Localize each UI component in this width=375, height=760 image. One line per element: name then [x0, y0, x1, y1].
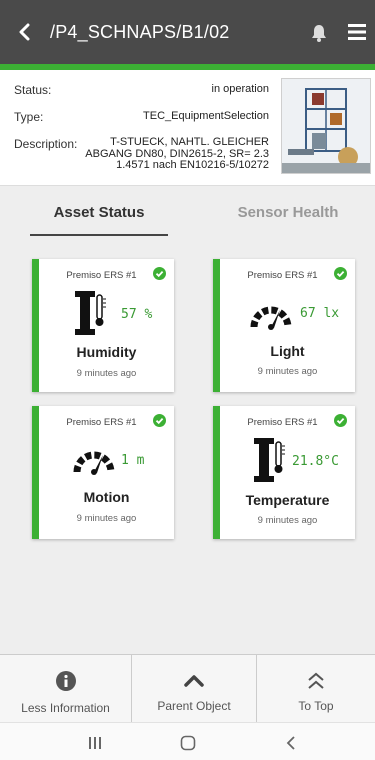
info-circle-icon [55, 671, 76, 691]
back-icon [286, 736, 295, 750]
recents-icon [89, 737, 101, 749]
check-circle-icon [153, 414, 166, 427]
asset-info-panel: Status: in operation Type: TEC_Equipment… [0, 70, 375, 186]
chevron-up-icon [184, 675, 204, 687]
card-value: 21.8°C [292, 454, 339, 469]
sensor-card-light[interactable]: Premiso ERS #1 67 lx Light 9 minutes ago [213, 259, 355, 392]
description-value: T-STUECK, NAHTL. GLEICHER ABGANG DN80, D… [85, 136, 269, 172]
notifications-button[interactable] [308, 22, 330, 44]
menu-button[interactable] [348, 24, 368, 42]
card-value: 1 m [121, 453, 145, 468]
less-information-button[interactable]: Less Information [0, 655, 131, 723]
parent-object-button[interactable]: Parent Object [132, 655, 256, 723]
card-metric-name: Humidity [76, 344, 137, 360]
status-value: in operation [211, 83, 270, 95]
page-title: /P4_SCHNAPS/B1/02 [50, 22, 230, 42]
to-top-button[interactable]: To Top [257, 655, 375, 723]
double-chevron-up-icon [308, 672, 324, 689]
card-value: 57 % [121, 307, 153, 322]
card-timestamp: 9 minutes ago [76, 368, 137, 379]
less-information-label: Less Information [21, 701, 110, 715]
card-timestamp: 9 minutes ago [76, 513, 137, 524]
description-label: Description: [14, 137, 78, 151]
sensor-card-motion[interactable]: Premiso ERS #1 1 m Motion 9 minutes ago [32, 406, 174, 539]
card-value: 67 lx [300, 306, 340, 321]
back-button[interactable] [10, 18, 38, 46]
app-header: /P4_SCHNAPS/B1/02 [0, 0, 375, 64]
description-line: T-STUECK, NAHTL. GLEICHER [110, 136, 269, 148]
hamburger-menu-icon [348, 24, 366, 40]
type-label: Type: [14, 110, 44, 124]
check-circle-icon [334, 414, 347, 427]
recents-button[interactable] [80, 733, 110, 753]
sensor-card-humidity[interactable]: Premiso ERS #1 57 % Humidity 9 minutes a… [32, 259, 174, 392]
type-value: TEC_EquipmentSelection [143, 110, 269, 122]
sensor-card-temperature[interactable]: Premiso ERS #1 21.8°C Temperature 9 minu… [213, 406, 355, 539]
to-top-label: To Top [298, 699, 334, 713]
tab-sensor-health[interactable]: Sensor Health [218, 204, 358, 221]
card-timestamp: 9 minutes ago [257, 366, 318, 377]
active-tab-indicator [30, 234, 168, 236]
bottom-action-bar: Less Information Parent Object To Top [0, 654, 375, 723]
android-navigation-bar [0, 722, 375, 760]
description-line: 1.4571 nach EN10216-5/10272 [116, 159, 269, 171]
status-label: Status: [14, 83, 52, 97]
gauge-icon [250, 306, 292, 330]
card-timestamp: 9 minutes ago [257, 515, 318, 526]
card-metric-name: Light [270, 343, 305, 359]
thermometer-icon [75, 291, 106, 335]
home-button[interactable] [173, 733, 203, 753]
gauge-icon [73, 451, 115, 475]
bell-icon [312, 25, 326, 42]
tab-asset-status[interactable]: Asset Status [30, 204, 168, 221]
check-circle-icon [153, 267, 166, 280]
card-metric-name: Motion [83, 489, 130, 505]
asset-image[interactable] [281, 78, 371, 174]
check-circle-icon [334, 267, 347, 280]
status-tabs: Asset Status Sensor Health [0, 196, 375, 240]
card-metric-name: Temperature [245, 492, 330, 508]
chevron-left-icon [19, 23, 30, 41]
parent-object-label: Parent Object [157, 699, 231, 713]
thermometer-icon [254, 438, 285, 482]
home-icon [180, 735, 196, 751]
android-back-button[interactable] [276, 733, 306, 753]
